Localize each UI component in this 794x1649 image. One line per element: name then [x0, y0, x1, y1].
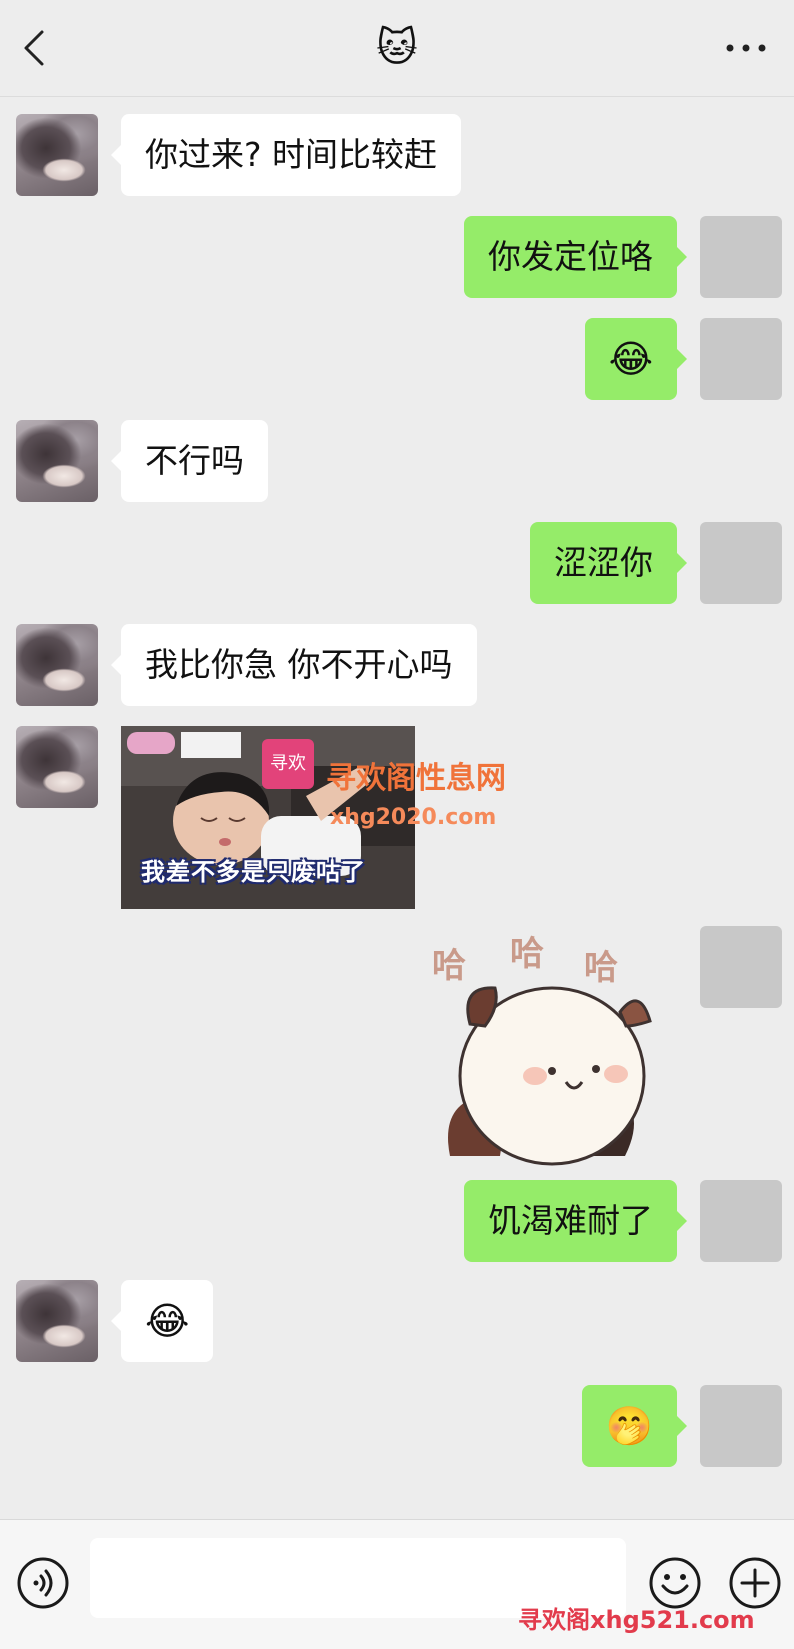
message-bubble-incoming[interactable]: 我比你急 你不开心吗	[111, 624, 477, 706]
message-bubble-incoming-emoji[interactable]: 😂	[110, 1280, 214, 1362]
chat-header: 🐱	[0, 0, 794, 97]
message-bubble-outgoing[interactable]: 涩涩你	[530, 522, 687, 604]
sticker-text: 哈	[584, 948, 618, 988]
contact-avatar[interactable]	[16, 1280, 98, 1362]
message-list[interactable]: 你过来? 时间比较赶 你发定位咯 😂 不行吗 涩涩你 我比你急 你不开心吗 我差…	[0, 97, 794, 1519]
contact-avatar[interactable]	[16, 726, 98, 808]
self-avatar[interactable]	[700, 216, 782, 298]
voice-icon	[17, 1557, 69, 1609]
show-subtitle-box	[181, 732, 241, 758]
watermark-bottom: 寻欢阁xhg521.com	[518, 1606, 755, 1634]
watermark-logo: 寻欢	[262, 739, 314, 789]
watermark-logo-text: 寻欢	[270, 753, 306, 774]
contact-avatar[interactable]	[16, 624, 98, 706]
more-dots-icon	[726, 44, 766, 52]
message-bubble-incoming[interactable]: 你过来? 时间比较赶	[110, 114, 462, 196]
sticker-text: 哈	[510, 934, 544, 974]
self-avatar[interactable]	[700, 318, 782, 400]
message-bubble-outgoing-emoji[interactable]: 😂	[584, 318, 688, 400]
watermark-site-url: xhg2020.com	[330, 805, 497, 830]
self-avatar[interactable]	[700, 1180, 782, 1262]
contact-avatar[interactable]	[16, 114, 98, 196]
watermark-site-name: 寻欢阁性息网	[326, 761, 506, 796]
chat-title: 🐱	[376, 25, 418, 71]
self-avatar[interactable]	[700, 522, 782, 604]
sticker-message[interactable]: 哈 哈 哈	[432, 926, 670, 1166]
voice-button[interactable]	[16, 1556, 70, 1610]
more-button[interactable]	[724, 30, 768, 66]
contact-avatar[interactable]	[16, 420, 98, 502]
message-bubble-outgoing[interactable]: 你发定位咯	[464, 216, 687, 298]
panda-sticker	[448, 986, 652, 1166]
show-logo-badge	[127, 732, 175, 754]
self-avatar[interactable]	[700, 926, 782, 1008]
image-caption: 我差不多是只废咕了	[141, 858, 366, 886]
message-bubble-incoming[interactable]: 不行吗	[111, 420, 268, 502]
message-bubble-outgoing-emoji[interactable]: 🤭	[581, 1385, 688, 1467]
message-bubble-outgoing[interactable]: 饥渴难耐了	[464, 1180, 687, 1262]
sticker-text: 哈	[432, 946, 466, 986]
self-avatar[interactable]	[700, 1385, 782, 1467]
